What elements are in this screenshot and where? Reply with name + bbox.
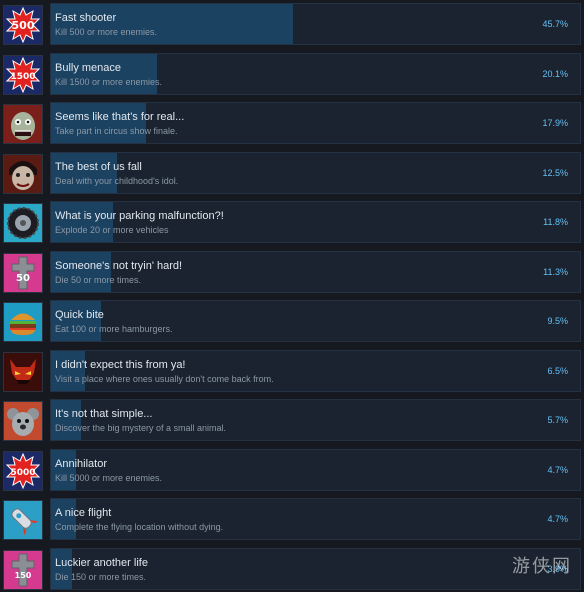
unlock-progress-fill <box>51 4 293 44</box>
tombstone-50-icon: 50 <box>3 253 43 293</box>
achievement-description: Deal with your childhood's idol. <box>55 176 179 186</box>
achievement-title: The best of us fall <box>55 161 142 173</box>
unlock-percentage: 5.7% <box>547 415 568 425</box>
achievement-title: It's not that simple... <box>55 408 153 420</box>
unlock-percentage: 11.3% <box>543 267 568 277</box>
achievement-title: Luckier another life <box>55 557 148 569</box>
achievement-panel: A nice flight Complete the flying locatio… <box>50 498 581 540</box>
5000-badge-icon: 5000 <box>3 451 43 491</box>
unlock-progress-fill <box>51 202 114 242</box>
unlock-progress-fill <box>51 400 82 440</box>
svg-text:5000: 5000 <box>10 468 35 478</box>
unlock-percentage: 12.5% <box>542 168 568 178</box>
achievement-title: Seems like that's for real... <box>55 111 185 123</box>
unlock-progress-fill <box>51 549 72 589</box>
achievement-list: 500 Fast shooter Kill 500 or more enemies.… <box>0 0 584 592</box>
achievement-panel: The best of us fall Deal with your childh… <box>50 152 581 194</box>
achievement-description: Kill 500 or more enemies. <box>55 27 158 37</box>
unlock-progress-fill <box>51 351 86 391</box>
achievement-description: Complete the flying location without dyi… <box>55 522 224 532</box>
unlock-percentage: 4.7% <box>547 465 568 475</box>
achievement-row[interactable]: 1500 Bully menace Kill 1500 or more enemie… <box>0 53 584 97</box>
zombie-face-icon <box>3 104 43 144</box>
achievement-title: Someone's not tryin' hard! <box>55 260 183 272</box>
achievement-description: Die 50 or more times. <box>55 275 142 285</box>
achievement-panel: Fast shooter Kill 500 or more enemies. 45.… <box>50 3 581 45</box>
unlock-percentage: 20.1% <box>542 69 568 79</box>
unlock-percentage: 45.7% <box>542 19 568 29</box>
achievement-panel: What is your parking malfunction?! Explod… <box>50 201 581 243</box>
rocket-icon <box>3 500 43 540</box>
unlock-percentage: 9.5% <box>547 316 568 326</box>
koala-icon <box>3 401 43 441</box>
unlock-progress-fill <box>51 103 146 143</box>
unlock-percentage: 11.8% <box>543 217 568 227</box>
unlock-progress-fill <box>51 450 76 490</box>
achievement-panel: I didn't expect this from ya! Visit a pla… <box>50 350 581 392</box>
achievement-row[interactable]: 50 Someone's not tryin' hard! Die 50 or mo… <box>0 251 584 295</box>
unlock-progress-fill <box>51 252 111 292</box>
achievement-row[interactable]: Seems like that's for real... Take part i… <box>0 102 584 146</box>
achievement-title: Quick bite <box>55 309 104 321</box>
achievement-description: Explode 20 or more vehicles <box>55 225 169 235</box>
achievement-title: Annihilator <box>55 458 107 470</box>
vampire-face-icon <box>3 154 43 194</box>
achievement-description: Eat 100 or more hamburgers. <box>55 324 173 334</box>
achievement-panel: Someone's not tryin' hard! Die 50 or more… <box>50 251 581 293</box>
unlock-progress-fill <box>51 54 158 94</box>
achievement-description: Take part in circus show finale. <box>55 126 178 136</box>
svg-text:1500: 1500 <box>10 72 35 82</box>
unlock-progress-fill <box>51 499 76 539</box>
unlock-progress-fill <box>51 153 118 193</box>
unlock-percentage: 4.7% <box>547 514 568 524</box>
watermark: 游侠网 <box>512 556 572 577</box>
achievement-panel: Annihilator Kill 5000 or more enemies. 4.7… <box>50 449 581 491</box>
achievement-title: Fast shooter <box>55 12 117 24</box>
achievement-row[interactable]: Quick bite Eat 100 or more hamburgers. 9.5… <box>0 300 584 344</box>
achievement-title: What is your parking malfunction?! <box>55 210 224 222</box>
achievement-row[interactable]: 500 Fast shooter Kill 500 or more enemies.… <box>0 3 584 47</box>
unlock-percentage: 6.5% <box>547 366 568 376</box>
achievement-description: Discover the big mystery of a small anim… <box>55 423 227 433</box>
demon-face-icon <box>3 352 43 392</box>
svg-text:500: 500 <box>12 19 35 32</box>
achievement-panel: Seems like that's for real... Take part i… <box>50 102 581 144</box>
achievement-row[interactable]: The best of us fall Deal with your childh… <box>0 152 584 196</box>
achievement-panel: Bully menace Kill 1500 or more enemies. 20… <box>50 53 581 95</box>
tombstone-150-icon: 150 <box>3 550 43 590</box>
achievement-description: Visit a place where ones usually don't c… <box>55 374 274 384</box>
unlock-percentage: 17.9% <box>542 118 568 128</box>
achievement-row[interactable]: A nice flight Complete the flying locatio… <box>0 498 584 542</box>
svg-text:50: 50 <box>16 273 30 284</box>
achievement-panel: It's not that simple... Discover the big … <box>50 399 581 441</box>
achievement-description: Kill 5000 or more enemies. <box>55 473 163 483</box>
achievement-title: A nice flight <box>55 507 112 519</box>
achievement-panel: Luckier another life Die 150 or more time… <box>50 548 581 590</box>
tire-icon <box>3 203 43 243</box>
achievement-title: I didn't expect this from ya! <box>55 359 186 371</box>
svg-text:150: 150 <box>15 571 32 580</box>
achievement-panel: Quick bite Eat 100 or more hamburgers. 9.5… <box>50 300 581 342</box>
500-badge-icon: 500 <box>3 5 43 45</box>
achievement-description: Die 150 or more times. <box>55 572 147 582</box>
achievement-row[interactable]: What is your parking malfunction?! Explod… <box>0 201 584 245</box>
achievement-row[interactable]: 150 Luckier another life Die 150 or more t… <box>0 548 584 592</box>
achievement-row[interactable]: It's not that simple... Discover the big … <box>0 399 584 443</box>
achievement-row[interactable]: I didn't expect this from ya! Visit a pla… <box>0 350 584 394</box>
achievement-title: Bully menace <box>55 62 122 74</box>
hamburger-icon <box>3 302 43 342</box>
achievement-description: Kill 1500 or more enemies. <box>55 77 163 87</box>
achievement-row[interactable]: 5000 Annihilator Kill 5000 or more enemies… <box>0 449 584 493</box>
1500-badge-icon: 1500 <box>3 55 43 95</box>
unlock-progress-fill <box>51 301 102 341</box>
